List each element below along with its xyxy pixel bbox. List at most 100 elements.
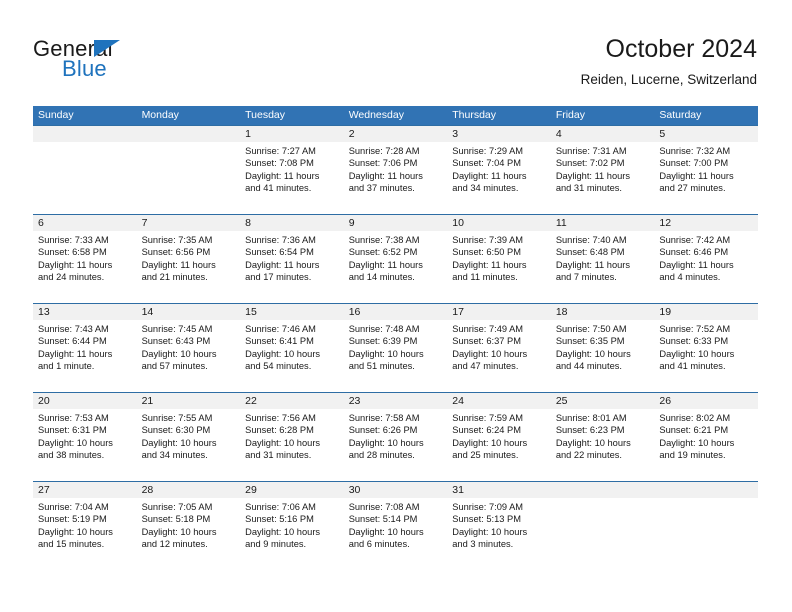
day-number[interactable]: 16: [344, 304, 448, 320]
day-cell[interactable]: Sunrise: 7:55 AM Sunset: 6:30 PM Dayligh…: [137, 409, 241, 481]
day-number[interactable]: 12: [654, 215, 758, 231]
daylight-text-line2: and 11 minutes.: [452, 272, 518, 283]
sunset-text: Sunset: 6:41 PM: [245, 336, 314, 347]
sunset-text: Sunset: 6:48 PM: [555, 247, 625, 258]
day-cell[interactable]: Sunrise: 7:59 AM Sunset: 6:24 PM Dayligh…: [447, 409, 551, 481]
day-number[interactable]: 21: [137, 393, 241, 409]
week-body: Sunrise: 7:43 AM Sunset: 6:44 PM Dayligh…: [33, 320, 758, 392]
general-blue-logo[interactable]: General Blue: [33, 36, 163, 84]
day-number[interactable]: 9: [344, 215, 448, 231]
day-cell[interactable]: Sunrise: 7:52 AM Sunset: 6:33 PM Dayligh…: [654, 320, 758, 392]
day-number[interactable]: 20: [33, 393, 137, 409]
day-cell[interactable]: Sunrise: 7:43 AM Sunset: 6:44 PM Dayligh…: [33, 320, 137, 392]
sunset-text: Sunset: 6:58 PM: [38, 247, 107, 258]
day-cell[interactable]: Sunrise: 7:32 AM Sunset: 7:00 PM Dayligh…: [654, 142, 758, 214]
day-cell[interactable]: [33, 142, 137, 214]
day-number[interactable]: 10: [447, 215, 551, 231]
day-cell[interactable]: Sunrise: 7:40 AM Sunset: 6:48 PM Dayligh…: [551, 231, 655, 303]
daylight-text-line1: Daylight: 10 hours: [141, 348, 217, 359]
day-number[interactable]: 26: [654, 393, 758, 409]
day-number[interactable]: 22: [240, 393, 344, 409]
day-number[interactable]: 6: [33, 215, 137, 231]
day-number[interactable]: 17: [447, 304, 551, 320]
day-cell[interactable]: Sunrise: 7:53 AM Sunset: 6:31 PM Dayligh…: [33, 409, 137, 481]
day-cell[interactable]: Sunrise: 7:39 AM Sunset: 6:50 PM Dayligh…: [447, 231, 551, 303]
day-number[interactable]: 13: [33, 304, 137, 320]
day-cell[interactable]: [654, 498, 758, 570]
day-number[interactable]: 25: [551, 393, 655, 409]
day-number[interactable]: 31: [447, 482, 551, 498]
day-cell[interactable]: Sunrise: 7:09 AM Sunset: 5:13 PM Dayligh…: [447, 498, 551, 570]
sunset-text: Sunset: 6:37 PM: [452, 336, 521, 347]
day-number[interactable]: 27: [33, 482, 137, 498]
day-cell[interactable]: Sunrise: 7:33 AM Sunset: 6:58 PM Dayligh…: [33, 231, 137, 303]
day-cell[interactable]: Sunrise: 8:02 AM Sunset: 6:21 PM Dayligh…: [654, 409, 758, 481]
daylight-text-line2: and 21 minutes.: [141, 272, 208, 283]
week-date-band: 27 28 29 30 31: [33, 482, 758, 498]
day-cell[interactable]: Sunrise: 8:01 AM Sunset: 6:23 PM Dayligh…: [551, 409, 655, 481]
day-header-sunday: Sunday: [38, 109, 74, 121]
daylight-text-line1: Daylight: 10 hours: [555, 348, 631, 359]
day-cell[interactable]: Sunrise: 7:46 AM Sunset: 6:41 PM Dayligh…: [240, 320, 344, 392]
day-number[interactable]: [33, 126, 137, 142]
day-number[interactable]: 15: [240, 304, 344, 320]
day-number[interactable]: 19: [654, 304, 758, 320]
day-cell[interactable]: [137, 142, 241, 214]
sunset-text: Sunset: 6:28 PM: [245, 425, 314, 436]
day-cell[interactable]: Sunrise: 7:56 AM Sunset: 6:28 PM Dayligh…: [240, 409, 344, 481]
day-number[interactable]: [654, 482, 758, 498]
daylight-text-line2: and 24 minutes.: [38, 272, 105, 283]
daylight-text-line2: and 12 minutes.: [141, 539, 208, 550]
day-number[interactable]: 24: [447, 393, 551, 409]
day-number[interactable]: [551, 482, 655, 498]
day-cell[interactable]: [551, 498, 655, 570]
day-number[interactable]: 28: [137, 482, 241, 498]
day-number[interactable]: 3: [447, 126, 551, 142]
day-cell[interactable]: Sunrise: 7:58 AM Sunset: 6:26 PM Dayligh…: [344, 409, 448, 481]
day-number[interactable]: 30: [344, 482, 448, 498]
day-number[interactable]: 5: [654, 126, 758, 142]
daylight-text-line2: and 44 minutes.: [555, 361, 622, 372]
day-cell[interactable]: Sunrise: 7:06 AM Sunset: 5:16 PM Dayligh…: [240, 498, 344, 570]
day-cell[interactable]: Sunrise: 7:45 AM Sunset: 6:43 PM Dayligh…: [137, 320, 241, 392]
day-cell[interactable]: Sunrise: 7:29 AM Sunset: 7:04 PM Dayligh…: [447, 142, 551, 214]
day-cell[interactable]: Sunrise: 7:27 AM Sunset: 7:08 PM Dayligh…: [240, 142, 344, 214]
page-title: October 2024: [605, 35, 758, 63]
day-number[interactable]: 7: [137, 215, 241, 231]
day-number[interactable]: 18: [551, 304, 655, 320]
day-number[interactable]: [137, 126, 241, 142]
calendar-page: General Blue October 2024 Reiden, Lucern…: [0, 0, 792, 612]
calendar-day-header-row: Sunday Monday Tuesday Wednesday Thursday…: [33, 106, 758, 125]
day-cell[interactable]: Sunrise: 7:05 AM Sunset: 5:18 PM Dayligh…: [137, 498, 241, 570]
day-cell[interactable]: Sunrise: 7:04 AM Sunset: 5:19 PM Dayligh…: [33, 498, 137, 570]
sunrise-text: Sunrise: 7:52 AM: [659, 324, 731, 334]
day-number[interactable]: 23: [344, 393, 448, 409]
day-cell[interactable]: Sunrise: 7:28 AM Sunset: 7:06 PM Dayligh…: [344, 142, 448, 214]
day-number[interactable]: 1: [240, 126, 344, 142]
sunrise-text: Sunrise: 8:02 AM: [659, 413, 731, 423]
day-cell[interactable]: Sunrise: 7:31 AM Sunset: 7:02 PM Dayligh…: [551, 142, 655, 214]
day-cell[interactable]: Sunrise: 7:35 AM Sunset: 6:56 PM Dayligh…: [137, 231, 241, 303]
sunset-text: Sunset: 6:33 PM: [659, 336, 729, 347]
sunrise-text: Sunrise: 7:06 AM: [245, 502, 316, 512]
day-number[interactable]: 11: [551, 215, 655, 231]
day-cell[interactable]: Sunrise: 7:38 AM Sunset: 6:52 PM Dayligh…: [344, 231, 448, 303]
day-cell[interactable]: Sunrise: 7:48 AM Sunset: 6:39 PM Dayligh…: [344, 320, 448, 392]
daylight-text-line2: and 47 minutes.: [452, 361, 519, 372]
day-cell[interactable]: Sunrise: 7:49 AM Sunset: 6:37 PM Dayligh…: [447, 320, 551, 392]
daylight-text-line2: and 31 minutes.: [245, 450, 312, 461]
day-cell[interactable]: Sunrise: 7:50 AM Sunset: 6:35 PM Dayligh…: [551, 320, 655, 392]
sunset-text: Sunset: 6:26 PM: [348, 425, 418, 436]
sunrise-text: Sunrise: 7:38 AM: [348, 235, 420, 245]
day-cell[interactable]: Sunrise: 7:08 AM Sunset: 5:14 PM Dayligh…: [344, 498, 448, 570]
day-cell[interactable]: Sunrise: 7:36 AM Sunset: 6:54 PM Dayligh…: [240, 231, 344, 303]
sunrise-text: Sunrise: 8:01 AM: [555, 413, 627, 423]
day-number[interactable]: 14: [137, 304, 241, 320]
day-number[interactable]: 4: [551, 126, 655, 142]
day-cell[interactable]: Sunrise: 7:42 AM Sunset: 6:46 PM Dayligh…: [654, 231, 758, 303]
day-number[interactable]: 29: [240, 482, 344, 498]
daylight-text-line1: Daylight: 10 hours: [659, 348, 735, 359]
day-number[interactable]: 8: [240, 215, 344, 231]
day-number[interactable]: 2: [344, 126, 448, 142]
sunrise-text: Sunrise: 7:46 AM: [245, 324, 316, 334]
